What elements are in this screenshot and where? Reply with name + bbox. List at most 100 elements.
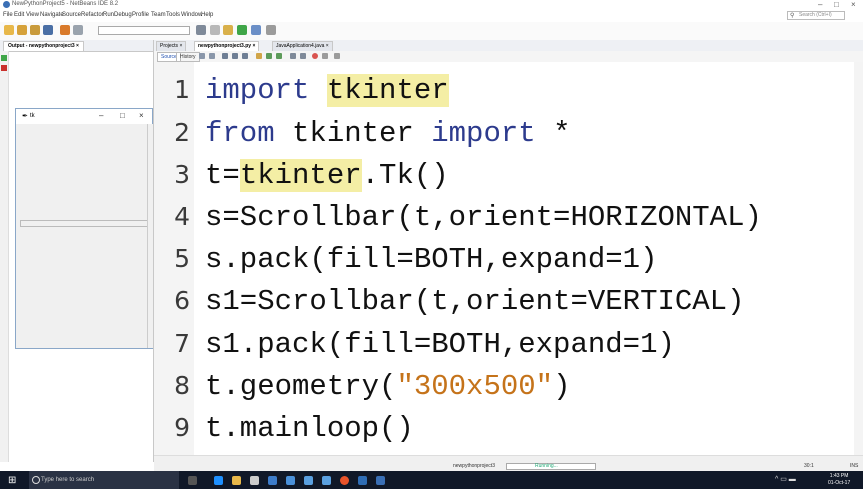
system-tray-icons[interactable]: ^ ▭ ▬ bbox=[775, 475, 796, 483]
line-number: 8 bbox=[174, 371, 190, 400]
profile-icon[interactable] bbox=[266, 25, 276, 35]
taskbar-search-input[interactable]: Type here to search bbox=[29, 471, 179, 489]
find-icon[interactable] bbox=[222, 53, 228, 59]
keyword: from bbox=[205, 117, 293, 150]
code-editor[interactable]: import tkinter from tkinter import * t=t… bbox=[194, 62, 854, 455]
tk-close-button[interactable]: × bbox=[139, 111, 144, 120]
code-line-1[interactable]: import tkinter bbox=[205, 74, 449, 108]
code-line-4[interactable]: s=Scrollbar(t,orient=HORIZONTAL) bbox=[205, 201, 762, 235]
clean-build-icon[interactable] bbox=[223, 25, 233, 35]
system-clock[interactable]: 1:43 PM 01-Oct-17 bbox=[828, 473, 850, 487]
menu-debug[interactable]: Debug bbox=[114, 12, 132, 18]
uncomment-icon[interactable] bbox=[300, 53, 306, 59]
output-tabbar: Output - newpythonproject3 × bbox=[0, 40, 153, 52]
shift-right-icon[interactable] bbox=[276, 53, 282, 59]
menu-file[interactable]: File bbox=[3, 12, 13, 18]
tk-vertical-scrollbar[interactable] bbox=[147, 124, 153, 348]
tk-titlebar[interactable]: ✒ tk – □ × bbox=[16, 109, 152, 124]
netbeans-taskbar-icon[interactable] bbox=[376, 476, 385, 485]
identifier: ) bbox=[553, 370, 571, 403]
tk-window[interactable]: ✒ tk – □ × bbox=[15, 108, 153, 349]
menu-view[interactable]: View bbox=[26, 12, 39, 18]
tab-newpythonproject3[interactable]: newpythonproject3.py × bbox=[194, 41, 260, 51]
tab-javaapplication4[interactable]: JavaApplication4.java × bbox=[272, 41, 333, 51]
new-file-icon[interactable] bbox=[4, 25, 14, 35]
save-all-icon[interactable] bbox=[43, 25, 53, 35]
task-view-icon[interactable] bbox=[188, 476, 197, 485]
output-tab[interactable]: Output - newpythonproject3 × bbox=[3, 41, 84, 51]
code-line-5[interactable]: s.pack(fill=BOTH,expand=1) bbox=[205, 243, 657, 277]
store-icon[interactable] bbox=[250, 476, 259, 485]
minimize-button[interactable]: – bbox=[818, 0, 822, 9]
comment-icon[interactable] bbox=[290, 53, 296, 59]
rerun-icon[interactable] bbox=[1, 55, 7, 61]
diff-icon[interactable] bbox=[334, 53, 340, 59]
tk-horizontal-scrollbar[interactable] bbox=[20, 220, 151, 227]
menu-edit[interactable]: Edit bbox=[14, 12, 24, 18]
menu-profile[interactable]: Profile bbox=[132, 12, 149, 18]
clock-date: 01-Oct-17 bbox=[828, 480, 851, 486]
menu-refactor[interactable]: Refactor bbox=[81, 12, 104, 18]
new-project-icon[interactable] bbox=[17, 25, 27, 35]
identifier: t.geometry( bbox=[205, 370, 397, 403]
editor-vertical-scrollbar[interactable] bbox=[854, 62, 863, 455]
windows-start-icon[interactable]: ⊞ bbox=[8, 475, 16, 486]
code-line-3[interactable]: t=tkinter.Tk() bbox=[205, 159, 449, 193]
build-icon[interactable] bbox=[210, 25, 220, 35]
menu-source[interactable]: Source bbox=[62, 12, 81, 18]
menu-navigate[interactable]: Navigate bbox=[40, 12, 64, 18]
app-icon-2[interactable] bbox=[286, 476, 295, 485]
menu-team[interactable]: Team bbox=[151, 12, 166, 18]
find-next-icon[interactable] bbox=[232, 53, 238, 59]
open-project-icon[interactable] bbox=[30, 25, 40, 35]
record-macro-icon[interactable] bbox=[312, 53, 318, 59]
chrome-icon[interactable] bbox=[340, 476, 349, 485]
app-icon-3[interactable] bbox=[304, 476, 313, 485]
output-action-strip bbox=[0, 51, 9, 462]
undo-icon[interactable] bbox=[60, 25, 70, 35]
code-line-2[interactable]: from tkinter import * bbox=[205, 117, 570, 151]
shift-left-icon[interactable] bbox=[266, 53, 272, 59]
stop-icon[interactable] bbox=[1, 65, 7, 71]
tab-projects[interactable]: Projects × bbox=[156, 41, 187, 51]
app-icon-4[interactable] bbox=[322, 476, 331, 485]
menu-window[interactable]: Window bbox=[181, 12, 202, 18]
history-view-tab[interactable]: History bbox=[176, 52, 200, 62]
code-line-6[interactable]: s1=Scrollbar(t,orient=VERTICAL) bbox=[205, 285, 745, 319]
redo-icon[interactable] bbox=[73, 25, 83, 35]
configuration-dropdown[interactable] bbox=[98, 26, 190, 35]
forward-icon[interactable] bbox=[209, 53, 215, 59]
app-icon-5[interactable] bbox=[358, 476, 367, 485]
tk-minimize-button[interactable]: – bbox=[99, 111, 103, 120]
toggle-highlight-icon[interactable] bbox=[242, 53, 248, 59]
run-icon[interactable] bbox=[237, 25, 247, 35]
keyword: import bbox=[431, 117, 536, 150]
debug-icon[interactable] bbox=[251, 25, 261, 35]
app-icon-1[interactable] bbox=[268, 476, 277, 485]
identifier: tkinter bbox=[292, 117, 432, 150]
code-line-9[interactable]: t.mainloop() bbox=[205, 412, 414, 446]
editor-horizontal-scrollbar[interactable] bbox=[154, 455, 863, 462]
search-input[interactable]: ⚲ Search (Ctrl+I) bbox=[787, 11, 845, 20]
maximize-button[interactable]: □ bbox=[834, 0, 839, 9]
tk-feather-icon: ✒ bbox=[22, 113, 28, 120]
menu-tools[interactable]: Tools bbox=[166, 12, 180, 18]
run-progress-bar[interactable]: Running... bbox=[506, 463, 596, 470]
stop-macro-icon[interactable] bbox=[322, 53, 328, 59]
line-number: 3 bbox=[174, 160, 190, 189]
close-button[interactable]: × bbox=[851, 0, 856, 9]
bookmark-icon[interactable] bbox=[256, 53, 262, 59]
back-icon[interactable] bbox=[199, 53, 205, 59]
edge-icon[interactable] bbox=[214, 476, 223, 485]
menu-run[interactable]: Run bbox=[103, 12, 114, 18]
menu-bar: File Edit View Navigate Source Refactor … bbox=[0, 10, 863, 21]
highlighted-identifier: tkinter bbox=[326, 74, 449, 107]
code-line-8[interactable]: t.geometry("300x500") bbox=[205, 370, 570, 404]
tk-maximize-button[interactable]: □ bbox=[120, 111, 125, 120]
config-icon[interactable] bbox=[196, 25, 206, 35]
file-explorer-icon[interactable] bbox=[232, 476, 241, 485]
identifier: .Tk() bbox=[361, 159, 449, 192]
menu-help[interactable]: Help bbox=[201, 12, 213, 18]
line-number: 5 bbox=[174, 244, 190, 273]
code-line-7[interactable]: s1.pack(fill=BOTH,expand=1) bbox=[205, 328, 675, 362]
